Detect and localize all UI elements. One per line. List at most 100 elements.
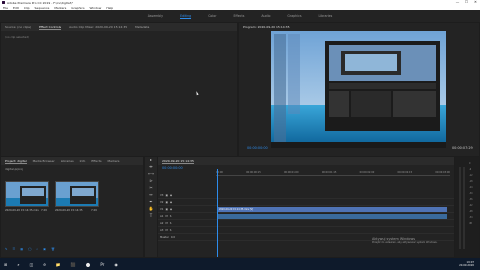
workspace-editing[interactable]: Editing — [180, 14, 192, 19]
track-a1[interactable]: A1 M S — [158, 214, 454, 220]
search-icon[interactable]: ⌕ — [17, 262, 19, 267]
track-v2[interactable]: V2 ▣ ◉ — [158, 200, 454, 206]
menu-window[interactable]: Window — [90, 6, 102, 10]
menu-file[interactable]: File — [3, 6, 8, 10]
track-a2[interactable]: A2 M S — [158, 221, 454, 227]
program-monitor-title[interactable]: Program: 2020-09-20 15:14:35 — [243, 25, 289, 29]
project-panel: Project: digital Media Browser Libraries… — [1, 157, 143, 257]
lock-icon[interactable]: ▣ — [165, 201, 167, 204]
track-master-label: Master — [160, 235, 169, 239]
lock-icon[interactable]: ▣ — [165, 208, 167, 211]
ripple-edit-tool-icon[interactable]: ⟷ — [145, 171, 157, 178]
mute-icon[interactable]: M — [165, 229, 167, 232]
master-volume-value[interactable]: 0.0 — [171, 236, 175, 239]
track-v3[interactable]: V3 ▣ ◉ — [158, 193, 454, 199]
zoom-slider-icon[interactable]: ◯ — [28, 247, 31, 251]
new-item-icon[interactable]: ▣ — [43, 247, 46, 251]
slip-tool-icon[interactable]: ↔ — [145, 192, 157, 199]
project-sequence-duration: 7:29 — [91, 209, 97, 212]
ruler-label: 00:00:01:00 — [283, 171, 299, 174]
project-sequence-thumbnail[interactable] — [55, 181, 99, 207]
menu-clip[interactable]: Clip — [24, 6, 30, 10]
track-a2-label: A2 — [160, 221, 164, 225]
meter-left-channel — [459, 167, 461, 249]
tab-effects[interactable]: Effects — [91, 159, 101, 163]
write-lock-icon[interactable]: ✎ — [5, 247, 8, 251]
pen-tool-icon[interactable]: ✒ — [145, 199, 157, 206]
eye-icon[interactable]: ◉ — [170, 194, 172, 197]
ruler-label: 00:00:03:00 — [435, 171, 450, 174]
tab-media-browser[interactable]: Media Browser — [33, 159, 55, 163]
lock-icon[interactable]: ▣ — [165, 194, 167, 197]
track-v2-label: V2 — [160, 200, 164, 204]
workspace-audio[interactable]: Audio — [261, 14, 270, 18]
track-v2-controls: V2 ▣ ◉ — [160, 201, 172, 204]
find-icon[interactable]: ⌕ — [36, 247, 38, 251]
project-sequence-name: 2020-09-20 15:14:35 — [55, 209, 83, 212]
tab-metadata[interactable]: Metadata — [135, 25, 149, 29]
workspace-color[interactable]: Color — [208, 14, 216, 18]
eye-icon[interactable]: ◉ — [170, 201, 172, 204]
track-master-controls: Master 0.0 — [160, 236, 175, 239]
menu-help[interactable]: Help — [106, 6, 113, 10]
edge-browser-icon[interactable]: e — [43, 262, 45, 267]
ruler-label: 00:00:01:15 — [321, 171, 337, 174]
track-a3[interactable]: A3 M S — [158, 228, 454, 234]
timeline-ruler[interactable]: 00:00 00:00:00:15 00:00:01:00 00:00:01:1… — [216, 171, 450, 176]
menu-graphics[interactable]: Graphics — [71, 6, 84, 10]
task-view-icon[interactable]: ◫ — [30, 262, 34, 267]
tab-markers[interactable]: Markers — [108, 159, 120, 163]
menu-edit[interactable]: Edit — [13, 6, 19, 10]
file-explorer-icon[interactable]: 📁 — [56, 262, 61, 267]
razor-tool-icon[interactable]: ✂ — [145, 185, 157, 192]
solo-icon[interactable]: S — [170, 222, 172, 225]
eye-icon[interactable]: ◉ — [170, 208, 172, 211]
tab-sequence[interactable]: 2020-09-20 15:14:35 — [162, 159, 194, 164]
solo-icon[interactable]: S — [170, 229, 172, 232]
list-view-icon[interactable]: ☰ — [13, 247, 16, 251]
type-tool-icon[interactable]: T — [145, 213, 157, 220]
project-item-name: 2020-09-20 15:14:35.mkv — [5, 209, 39, 212]
premiere-app-icon — [2, 1, 5, 4]
menu-sequence[interactable]: Sequence — [35, 6, 50, 10]
tab-libraries[interactable]: Libraries — [61, 159, 74, 163]
mute-icon[interactable]: M — [165, 215, 167, 218]
workspace-assembly[interactable]: Assembly — [148, 14, 163, 18]
program-timecode-duration: 00:00:07:29 — [452, 146, 473, 150]
tab-audio-clip-mixer[interactable]: Audio Clip Mixer: 2020-09-20 15:14:35 — [69, 25, 127, 29]
program-preview-frame[interactable] — [271, 31, 446, 148]
audio-clip[interactable] — [217, 214, 447, 219]
obs-icon[interactable]: ⬤ — [86, 262, 90, 267]
start-menu-icon[interactable]: ⊞ — [4, 262, 7, 267]
track-v1[interactable]: V1 ▣ ◉ 2020-09-20 15:14:35.mkv [V] — [158, 207, 454, 213]
timeline-timecode[interactable]: 00:00:00:00 — [162, 166, 183, 170]
mute-icon[interactable]: M — [165, 222, 167, 225]
store-icon[interactable]: ⬛ — [71, 262, 76, 267]
workspace-graphics[interactable]: Graphics — [287, 14, 301, 18]
timeline-tabs: 2020-09-20 15:14:35 — [158, 157, 454, 165]
workspace-libraries[interactable]: Libraries — [319, 14, 333, 18]
icon-view-icon[interactable]: ▦ — [20, 247, 23, 251]
selection-tool-icon[interactable]: ▸ — [145, 157, 157, 164]
timeline-playhead[interactable] — [217, 169, 218, 257]
video-clip[interactable]: 2020-09-20 15:14:35.mkv [V] — [217, 207, 447, 212]
premiere-taskbar-icon[interactable]: Pr — [100, 262, 104, 267]
tab-project[interactable]: Project: digital — [5, 159, 27, 164]
chrome-icon[interactable]: ◉ — [114, 262, 118, 267]
project-item-thumbnail[interactable] — [5, 181, 49, 207]
track-a1-label: A1 — [160, 214, 164, 218]
hand-tool-icon[interactable]: ✋ — [145, 206, 157, 213]
tab-source[interactable]: Source: (no clips) — [5, 25, 31, 29]
sequence-thumbnail-image — [56, 182, 98, 206]
program-timecode-current[interactable]: 00:00:00:00 — [247, 146, 268, 150]
menu-markers[interactable]: Markers — [54, 6, 66, 10]
trash-icon[interactable]: 🗑 — [51, 247, 55, 251]
rolling-edit-tool-icon[interactable]: ⊳ — [145, 178, 157, 185]
tab-info[interactable]: Info — [80, 159, 86, 163]
workspace-effects[interactable]: Effects — [234, 14, 245, 18]
solo-icon[interactable]: S — [170, 215, 172, 218]
tab-effect-controls[interactable]: Effect Controls — [39, 25, 62, 30]
track-select-tool-icon[interactable]: ⇹ — [145, 164, 157, 171]
project-panel-tabs: Project: digital Media Browser Libraries… — [1, 157, 143, 165]
taskbar-clock[interactable]: 19:07 20.09.2020 — [459, 261, 474, 267]
